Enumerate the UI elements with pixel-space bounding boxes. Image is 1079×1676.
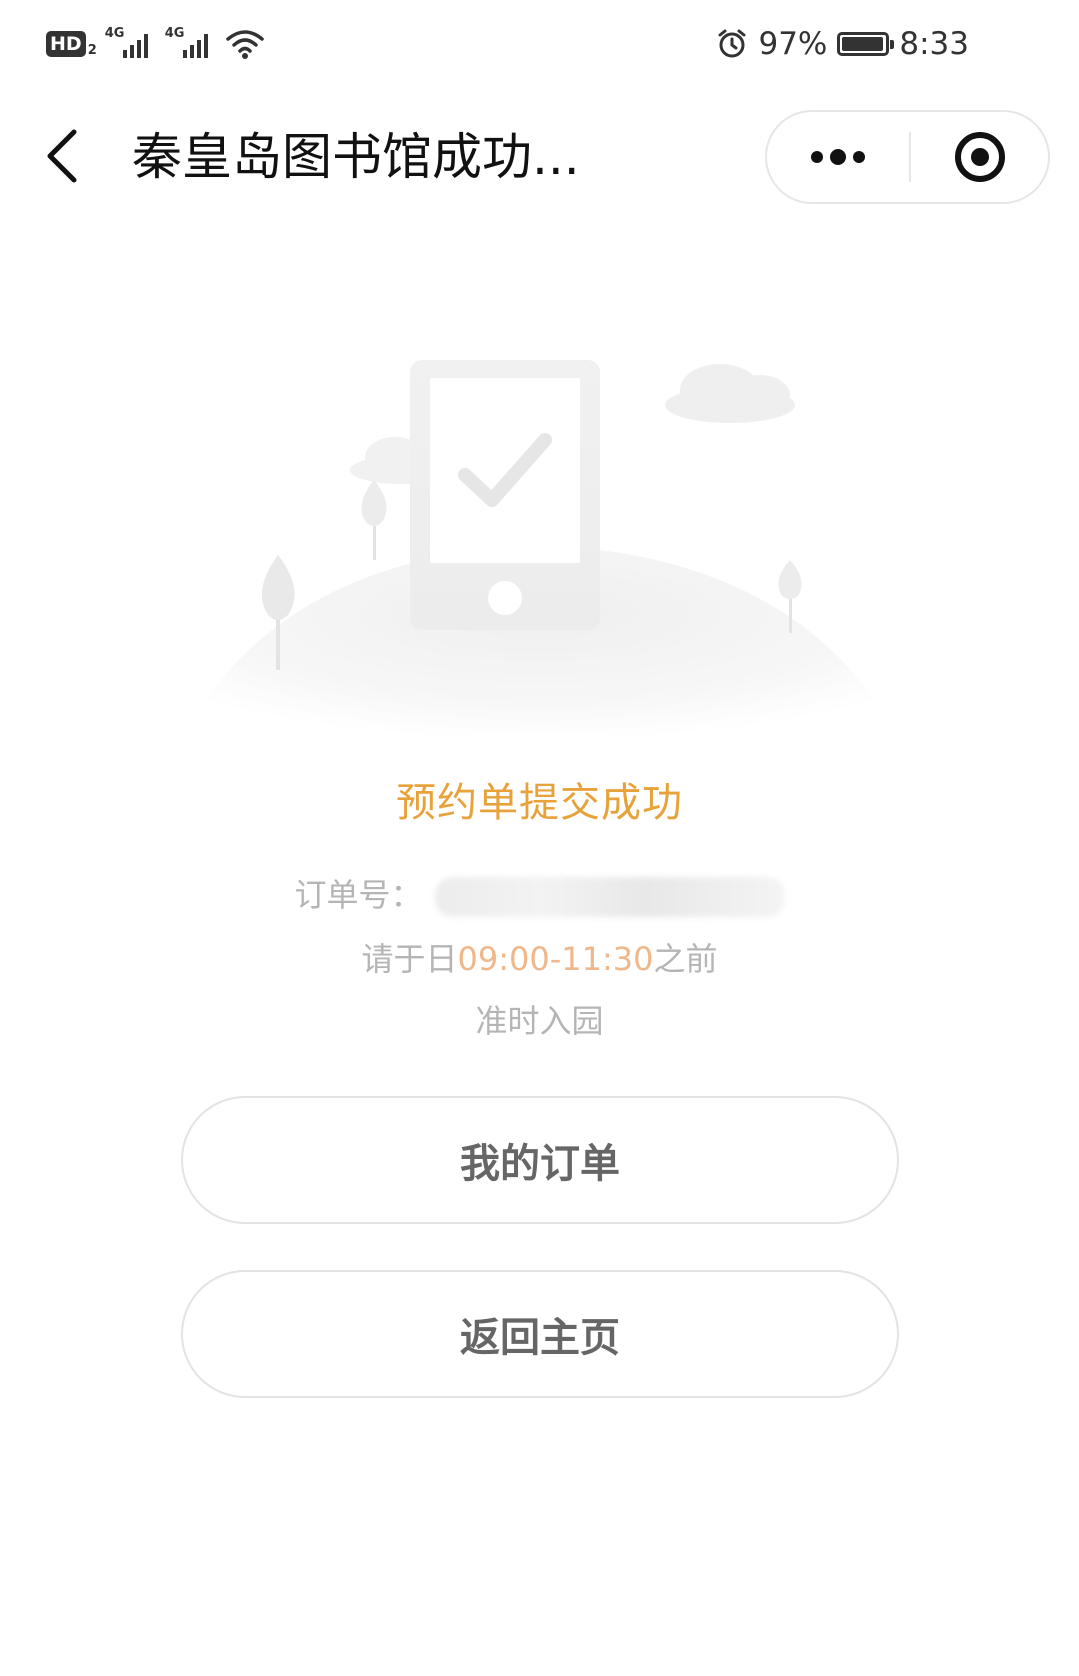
phone-checkmark-illustration (410, 360, 600, 630)
time-range: 09:00-11:30 (457, 940, 654, 978)
wifi-icon (225, 30, 264, 59)
status-bar: HD 2 4G 4G 97% 8:33 (0, 0, 1079, 88)
more-dots-icon (811, 149, 865, 165)
battery-icon (837, 32, 895, 56)
status-right: 97% 8:33 (716, 22, 969, 66)
page-title: 秦皇岛图书馆成功... (132, 128, 580, 186)
order-number-label: 订单号： (294, 876, 423, 914)
chevron-left-icon[interactable] (40, 124, 88, 188)
time-prefix: 请于日 (361, 940, 458, 978)
success-illustration (180, 360, 900, 740)
target-circle-icon (954, 132, 1005, 182)
mini-program-capsule (765, 110, 1050, 204)
network-type-1: 4G (104, 26, 125, 41)
order-number-redacted (434, 877, 785, 917)
order-number-line: 订单号： (0, 870, 1079, 917)
clock: 8:33 (899, 26, 969, 62)
my-orders-button[interactable]: 我的订单 (181, 1096, 899, 1224)
status-left: HD 2 4G 4G (46, 24, 265, 64)
close-mini-program-button[interactable] (911, 112, 1048, 202)
back-home-button[interactable]: 返回主页 (181, 1270, 899, 1398)
hd-voice-icon: HD 2 (46, 31, 97, 58)
network-type-2: 4G (164, 26, 185, 41)
cloud-icon-right (665, 364, 795, 423)
signal-strength-icon-2: 4G (165, 26, 217, 62)
hd-sub-label: 2 (87, 42, 97, 58)
battery-fill (842, 37, 883, 51)
navigation-bar: 秦皇岛图书馆成功... (0, 88, 1079, 228)
entry-time-line: 请于日09:00-11:30之前 (0, 934, 1079, 980)
alarm-icon (718, 29, 746, 58)
more-button[interactable] (767, 112, 909, 202)
hd-label: HD (46, 31, 86, 57)
result-title: 预约单提交成功 (396, 780, 683, 826)
time-suffix: 之前 (653, 940, 718, 978)
tree-icon-mid (361, 480, 387, 560)
signal-strength-icon: 4G (105, 26, 157, 62)
enter-on-time-text: 准时入园 (475, 1002, 604, 1040)
battery-percent: 97% (758, 26, 828, 62)
